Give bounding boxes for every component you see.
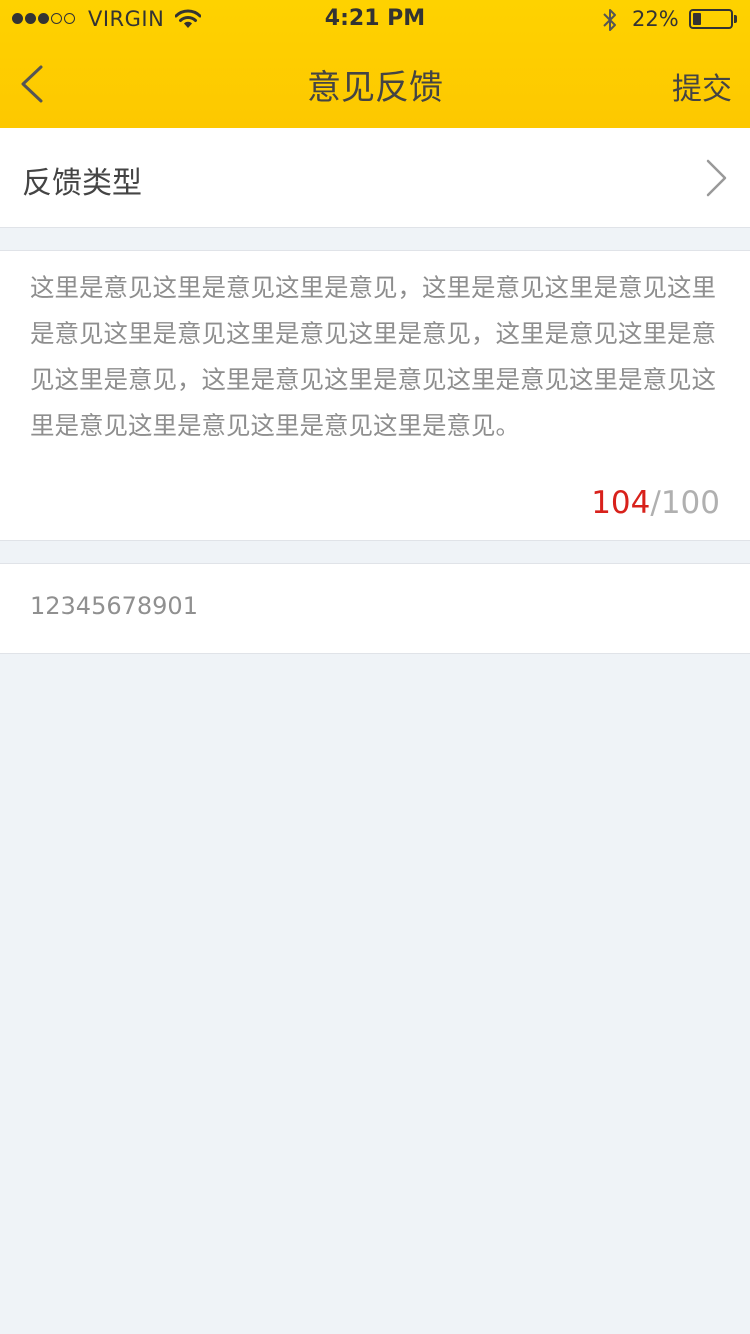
counter-separator: / xyxy=(650,485,661,521)
battery-level xyxy=(693,13,701,25)
page-title: 意见反馈 xyxy=(307,68,443,108)
chevron-right-icon xyxy=(706,159,727,197)
feedback-type-label: 反馈类型 xyxy=(22,166,142,201)
bluetooth-icon xyxy=(603,9,616,31)
submit-button[interactable]: 提交 xyxy=(672,64,732,108)
character-max: 100 xyxy=(660,485,720,521)
feedback-type-row[interactable]: 反馈类型 xyxy=(0,128,750,228)
status-bar: VIRGIN 4:21 PM 22% xyxy=(0,0,750,40)
battery-percent: 22% xyxy=(632,7,679,31)
feedback-textarea[interactable]: 这里是意见这里是意见这里是意见，这里是意见这里是意见这里是意见这里是意见这里是意… xyxy=(0,250,750,541)
battery-icon xyxy=(689,9,733,29)
header: VIRGIN 4:21 PM 22% 意见反馈 提交 xyxy=(0,0,750,128)
character-count: 104 xyxy=(591,485,651,521)
contact-field[interactable]: 12345678901 xyxy=(0,563,750,654)
contact-value: 12345678901 xyxy=(30,592,198,620)
battery-tip xyxy=(734,15,737,23)
feedback-text: 这里是意见这里是意见这里是意见，这里是意见这里是意见这里是意见这里是意见这里是意… xyxy=(30,273,716,440)
character-counter: 104/100 xyxy=(591,485,720,521)
